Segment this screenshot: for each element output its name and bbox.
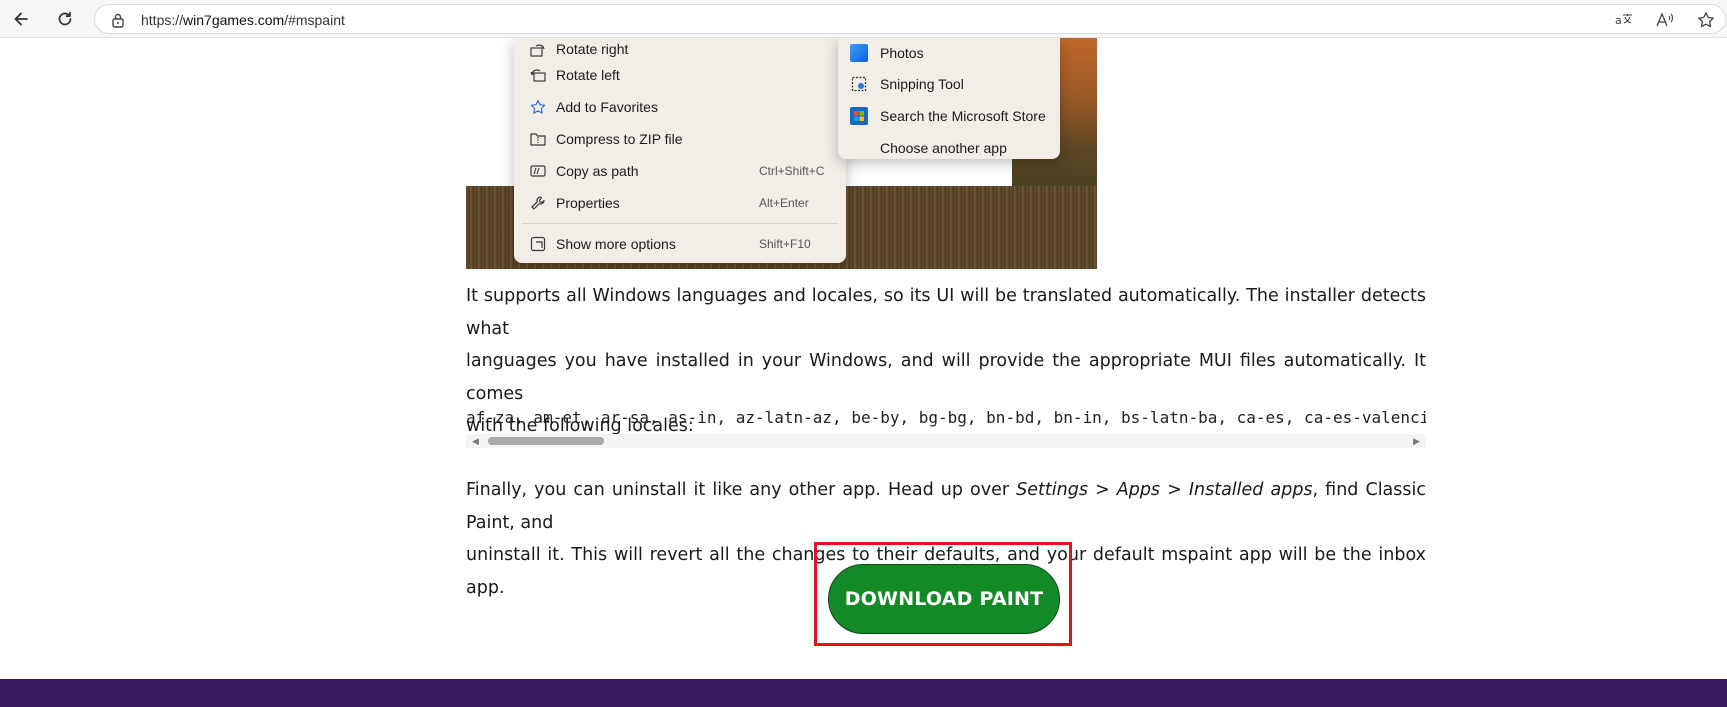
lock-icon[interactable] [111,12,125,33]
submenu-item-label: Snipping Tool [880,76,964,92]
context-item-rotate-left[interactable]: Rotate left [514,59,846,91]
star-icon [528,97,548,117]
submenu-item-microsoft-store[interactable]: Search the Microsoft Store [838,100,1060,132]
paragraph-line: languages you have installed in your Win… [466,351,1426,404]
rotate-left-icon [528,65,548,85]
context-item-properties[interactable]: Properties Alt+Enter [514,187,846,219]
submenu-item-label: Photos [880,45,924,61]
copy-path-icon [528,161,548,181]
rotate-right-icon [528,40,548,60]
paragraph-line: Finally, you can uninstall it like any o… [466,474,1426,539]
submenu-item-choose-another-app[interactable]: Choose another app [838,132,1060,164]
settings-path: Settings > Apps > Installed apps [1016,480,1313,500]
context-item-copy-as-path[interactable]: Copy as path Ctrl+Shift+C [514,155,846,187]
footer-bar [0,679,1727,707]
context-item-label: Show more options [556,236,676,252]
submenu-item-label: Choose another app [880,140,1007,156]
more-options-icon [528,234,548,254]
context-item-label: Rotate left [556,67,620,83]
paragraph-line: It supports all Windows languages and lo… [466,286,1426,339]
favorite-star-icon[interactable] [1695,10,1717,30]
context-item-compress-zip[interactable]: Compress to ZIP file [514,123,846,155]
scroll-left-arrow-icon[interactable]: ◀ [472,436,479,447]
context-item-label: Rotate right [556,41,629,57]
scrollbar-thumb[interactable] [488,437,604,445]
context-item-add-to-favorites[interactable]: Add to Favorites [514,91,846,123]
photos-icon [850,44,868,62]
open-with-submenu: Photos Snipping Tool Search the Microsof… [838,38,1060,159]
scroll-right-arrow-icon[interactable]: ▶ [1413,436,1420,447]
context-menu: Rotate right Rotate left Add to Favorite… [514,38,846,263]
submenu-item-snipping-tool[interactable]: Snipping Tool [838,68,1060,100]
context-menu-separator [522,223,838,224]
context-item-label: Add to Favorites [556,99,658,115]
locales-code-text: af-za, am-et, ar-sa, as-in, az-latn-az, … [466,408,1426,427]
context-item-label: Compress to ZIP file [556,131,683,147]
paragraph-text: Finally, you can uninstall it like any o… [466,480,1017,500]
url-path: /#mspaint [284,12,345,28]
zip-icon [528,129,548,149]
submenu-item-label: Search the Microsoft Store [880,108,1046,124]
context-menu-screenshot: Rotate right Rotate left Add to Favorite… [466,38,1097,269]
url-text[interactable]: https://win7games.com/#mspaint [141,12,345,28]
context-item-rotate-right[interactable]: Rotate right [514,38,846,60]
context-item-label: Copy as path [556,163,639,179]
context-item-show-more-options[interactable]: Show more options Shift+F10 [514,228,846,260]
context-item-shortcut: Alt+Enter [759,196,809,210]
address-bar[interactable]: https://win7games.com/#mspaint a [94,4,1726,34]
back-arrow-icon[interactable] [8,6,34,32]
url-prefix: https:// [141,12,184,28]
context-item-shortcut: Ctrl+Shift+C [759,164,825,178]
refresh-icon[interactable] [52,6,78,32]
submenu-item-photos[interactable]: Photos [838,38,1060,68]
microsoft-store-icon [850,107,868,125]
browser-toolbar: https://win7games.com/#mspaint a [0,0,1727,38]
svg-text:a: a [1615,14,1622,27]
translate-icon[interactable]: a [1613,10,1635,30]
download-paint-button[interactable]: DOWNLOAD PAINT [828,564,1060,634]
snipping-tool-icon [850,75,868,93]
context-item-shortcut: Shift+F10 [759,237,811,251]
url-host: win7games.com [183,12,285,28]
code-horizontal-scrollbar[interactable]: ◀ ▶ [466,434,1426,448]
wrench-icon [528,193,548,213]
context-item-label: Properties [556,195,620,211]
read-aloud-icon[interactable] [1654,10,1676,30]
